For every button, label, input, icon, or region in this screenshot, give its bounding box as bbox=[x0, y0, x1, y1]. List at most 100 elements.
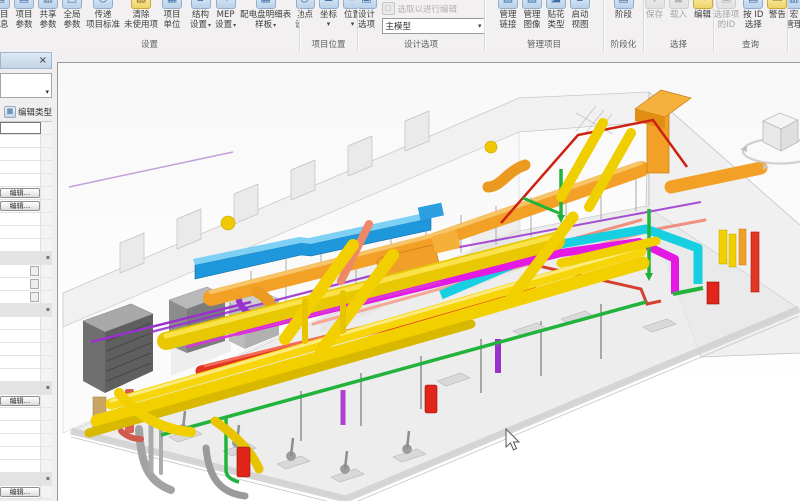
ribbon-button-label: 项目 bbox=[0, 10, 9, 20]
ribbon-group-inquiry: ▣选择项的ID▤按 ID选择⚠警告查询 bbox=[714, 0, 788, 52]
row-strip bbox=[41, 317, 52, 329]
view-cube[interactable] bbox=[740, 112, 800, 170]
ribbon-button-label: 警告 bbox=[768, 10, 786, 20]
ribbon-group-selection: ▼保存▲载入✎编辑选择 bbox=[644, 0, 714, 52]
ribbon-button-load-selection[interactable]: ▲载入 bbox=[667, 0, 691, 20]
ribbon-button-transfer-project-standards[interactable]: ◎传递项目标准 bbox=[84, 0, 122, 30]
property-row[interactable]: 编辑... bbox=[0, 395, 52, 408]
edit-type-button[interactable]: ▦ 编辑类型 bbox=[0, 105, 52, 118]
property-value-cell bbox=[0, 174, 41, 186]
property-value-cell bbox=[0, 434, 41, 446]
ribbon-button-structural-settings[interactable]: ⌂结构设置▾ bbox=[188, 0, 213, 31]
ribbon-button-global-parameters[interactable]: ◳全局参数 bbox=[60, 0, 84, 30]
value-spinner[interactable] bbox=[30, 266, 39, 276]
drawing-area[interactable] bbox=[57, 62, 800, 501]
property-value-cell[interactable]: 编辑... bbox=[0, 486, 41, 498]
ribbon-button-save-selection[interactable]: ▼保存 bbox=[644, 0, 667, 20]
ribbon-button-additional-settings[interactable]: ⊛其他设置▾ bbox=[293, 0, 299, 31]
ribbon-button-mep-settings[interactable]: ≋MEP设置▾ bbox=[213, 0, 238, 31]
ribbon-button-warnings[interactable]: ⚠警告 bbox=[765, 0, 787, 20]
row-strip bbox=[41, 395, 52, 407]
ribbon-button-label: 链接 bbox=[499, 20, 517, 30]
active-design-option-value: 主模型 bbox=[385, 22, 412, 32]
row-strip bbox=[41, 330, 52, 342]
ribbon-button-manage-links[interactable]: ▨管理链接 bbox=[496, 0, 520, 30]
ribbon-button-location[interactable]: ◎地点 bbox=[300, 0, 317, 20]
ribbon-button-project-parameters[interactable]: ▤项目参数 bbox=[12, 0, 36, 30]
ribbon-group-label-design-options: 设计选项 bbox=[403, 40, 438, 50]
property-value-cell bbox=[0, 161, 41, 173]
options-bar bbox=[52, 52, 800, 62]
ribbon-button-project-info[interactable]: ▤项目信息 bbox=[0, 0, 12, 30]
property-value-cell bbox=[0, 356, 41, 368]
edit-button[interactable]: 编辑... bbox=[0, 201, 40, 211]
chevron-down-icon: ▾ bbox=[350, 20, 355, 28]
property-value-cell bbox=[0, 239, 41, 251]
3d-mep-model-view[interactable] bbox=[58, 63, 800, 501]
property-row bbox=[0, 356, 52, 369]
property-row[interactable] bbox=[0, 278, 52, 291]
ribbon-button-label: 项目 bbox=[15, 10, 33, 20]
ribbon-button-label: 项目标准 bbox=[86, 20, 121, 30]
chevron-down-icon: ▾ bbox=[45, 88, 49, 96]
ribbon-button-manage-images[interactable]: ▧管理图像 bbox=[520, 0, 544, 30]
ribbon-button-project-units[interactable]: ▦项目单位 bbox=[160, 0, 184, 30]
property-row bbox=[0, 421, 52, 434]
row-strip bbox=[41, 343, 52, 355]
ribbon-button-label: 样板▾ bbox=[255, 20, 277, 30]
value-spinner[interactable] bbox=[30, 279, 39, 289]
property-group-header[interactable]: ▪ bbox=[0, 473, 52, 486]
property-group-header[interactable]: ▪ bbox=[0, 252, 52, 265]
value-spinner[interactable] bbox=[30, 292, 39, 302]
project-parameters-icon: ▤ bbox=[14, 0, 34, 9]
ribbon-button-starting-view[interactable]: ⌂启动视图 bbox=[568, 0, 592, 30]
property-value-cell bbox=[0, 473, 41, 485]
property-row bbox=[0, 317, 52, 330]
property-group-header[interactable]: ▪ bbox=[0, 304, 52, 317]
property-value-cell[interactable]: 编辑... bbox=[0, 395, 41, 407]
ribbon-group-macros: ▥宏管理 bbox=[788, 0, 800, 52]
ribbon-button-position[interactable]: ▱位置▾ bbox=[341, 0, 357, 28]
active-design-option-select[interactable]: 主模型 ▾ bbox=[381, 18, 484, 34]
row-strip bbox=[41, 447, 52, 459]
ribbon-button-shared-parameters[interactable]: ▥共享参数 bbox=[36, 0, 60, 30]
ribbon-button-design-options[interactable]: ▣设计选项 bbox=[358, 0, 379, 30]
property-row[interactable] bbox=[0, 265, 52, 278]
ribbon-button-select-by-id[interactable]: ▤按 ID选择 bbox=[741, 0, 765, 30]
property-value-cell[interactable]: 编辑... bbox=[0, 200, 41, 212]
ribbon-button-label: 载入 bbox=[669, 10, 687, 20]
ribbon-button-panel-schedule-templates[interactable]: ▦配电盘明细表样板▾ bbox=[238, 0, 293, 31]
ribbon-button-label: 结构 bbox=[192, 10, 210, 20]
edit-button[interactable]: 编辑... bbox=[0, 396, 40, 406]
ribbon-button-decal-types[interactable]: ◪贴花类型 bbox=[544, 0, 568, 30]
property-row bbox=[0, 135, 52, 148]
ribbon-button-ids-of-selection[interactable]: ▣选择项的ID bbox=[714, 0, 741, 30]
ribbon-button-coordinates[interactable]: ∠坐标▾ bbox=[317, 0, 341, 28]
property-value-cell[interactable]: 编辑... bbox=[0, 187, 41, 199]
property-group-header[interactable]: ▪ bbox=[0, 382, 52, 395]
property-value-cell[interactable] bbox=[0, 122, 41, 134]
chevron-down-icon: ▾ bbox=[477, 22, 482, 30]
property-value-cell bbox=[0, 265, 41, 277]
property-row[interactable]: 编辑... bbox=[0, 486, 52, 499]
pin-icon: ▪ bbox=[45, 254, 50, 261]
edit-button[interactable]: 编辑... bbox=[0, 188, 40, 198]
close-icon[interactable]: × bbox=[39, 55, 47, 66]
properties-titlebar[interactable]: × bbox=[0, 52, 52, 69]
ribbon-button-label: 宏 bbox=[789, 10, 799, 20]
ribbon-button-label: 管理 bbox=[788, 20, 800, 30]
property-row[interactable] bbox=[0, 291, 52, 304]
edit-button[interactable]: 编辑... bbox=[0, 487, 40, 497]
ribbon-button-macro-manager[interactable]: ▥宏管理 bbox=[788, 0, 800, 30]
ribbon-button-label: 选择 bbox=[744, 20, 762, 30]
property-row[interactable] bbox=[0, 122, 52, 135]
ribbon-button-phases[interactable]: ▤阶段 bbox=[612, 0, 636, 20]
property-row[interactable]: 编辑... bbox=[0, 187, 52, 200]
property-row bbox=[0, 161, 52, 174]
ribbon-button-edit-selection[interactable]: ✎编辑 bbox=[691, 0, 714, 20]
ribbon-button-purge-unused[interactable]: ▧清除未使用项 bbox=[122, 0, 160, 30]
save-selection-icon: ▼ bbox=[644, 0, 665, 9]
property-row[interactable]: 编辑... bbox=[0, 200, 52, 213]
type-selector[interactable]: ▾ bbox=[0, 73, 52, 98]
property-value-cell bbox=[0, 460, 41, 472]
